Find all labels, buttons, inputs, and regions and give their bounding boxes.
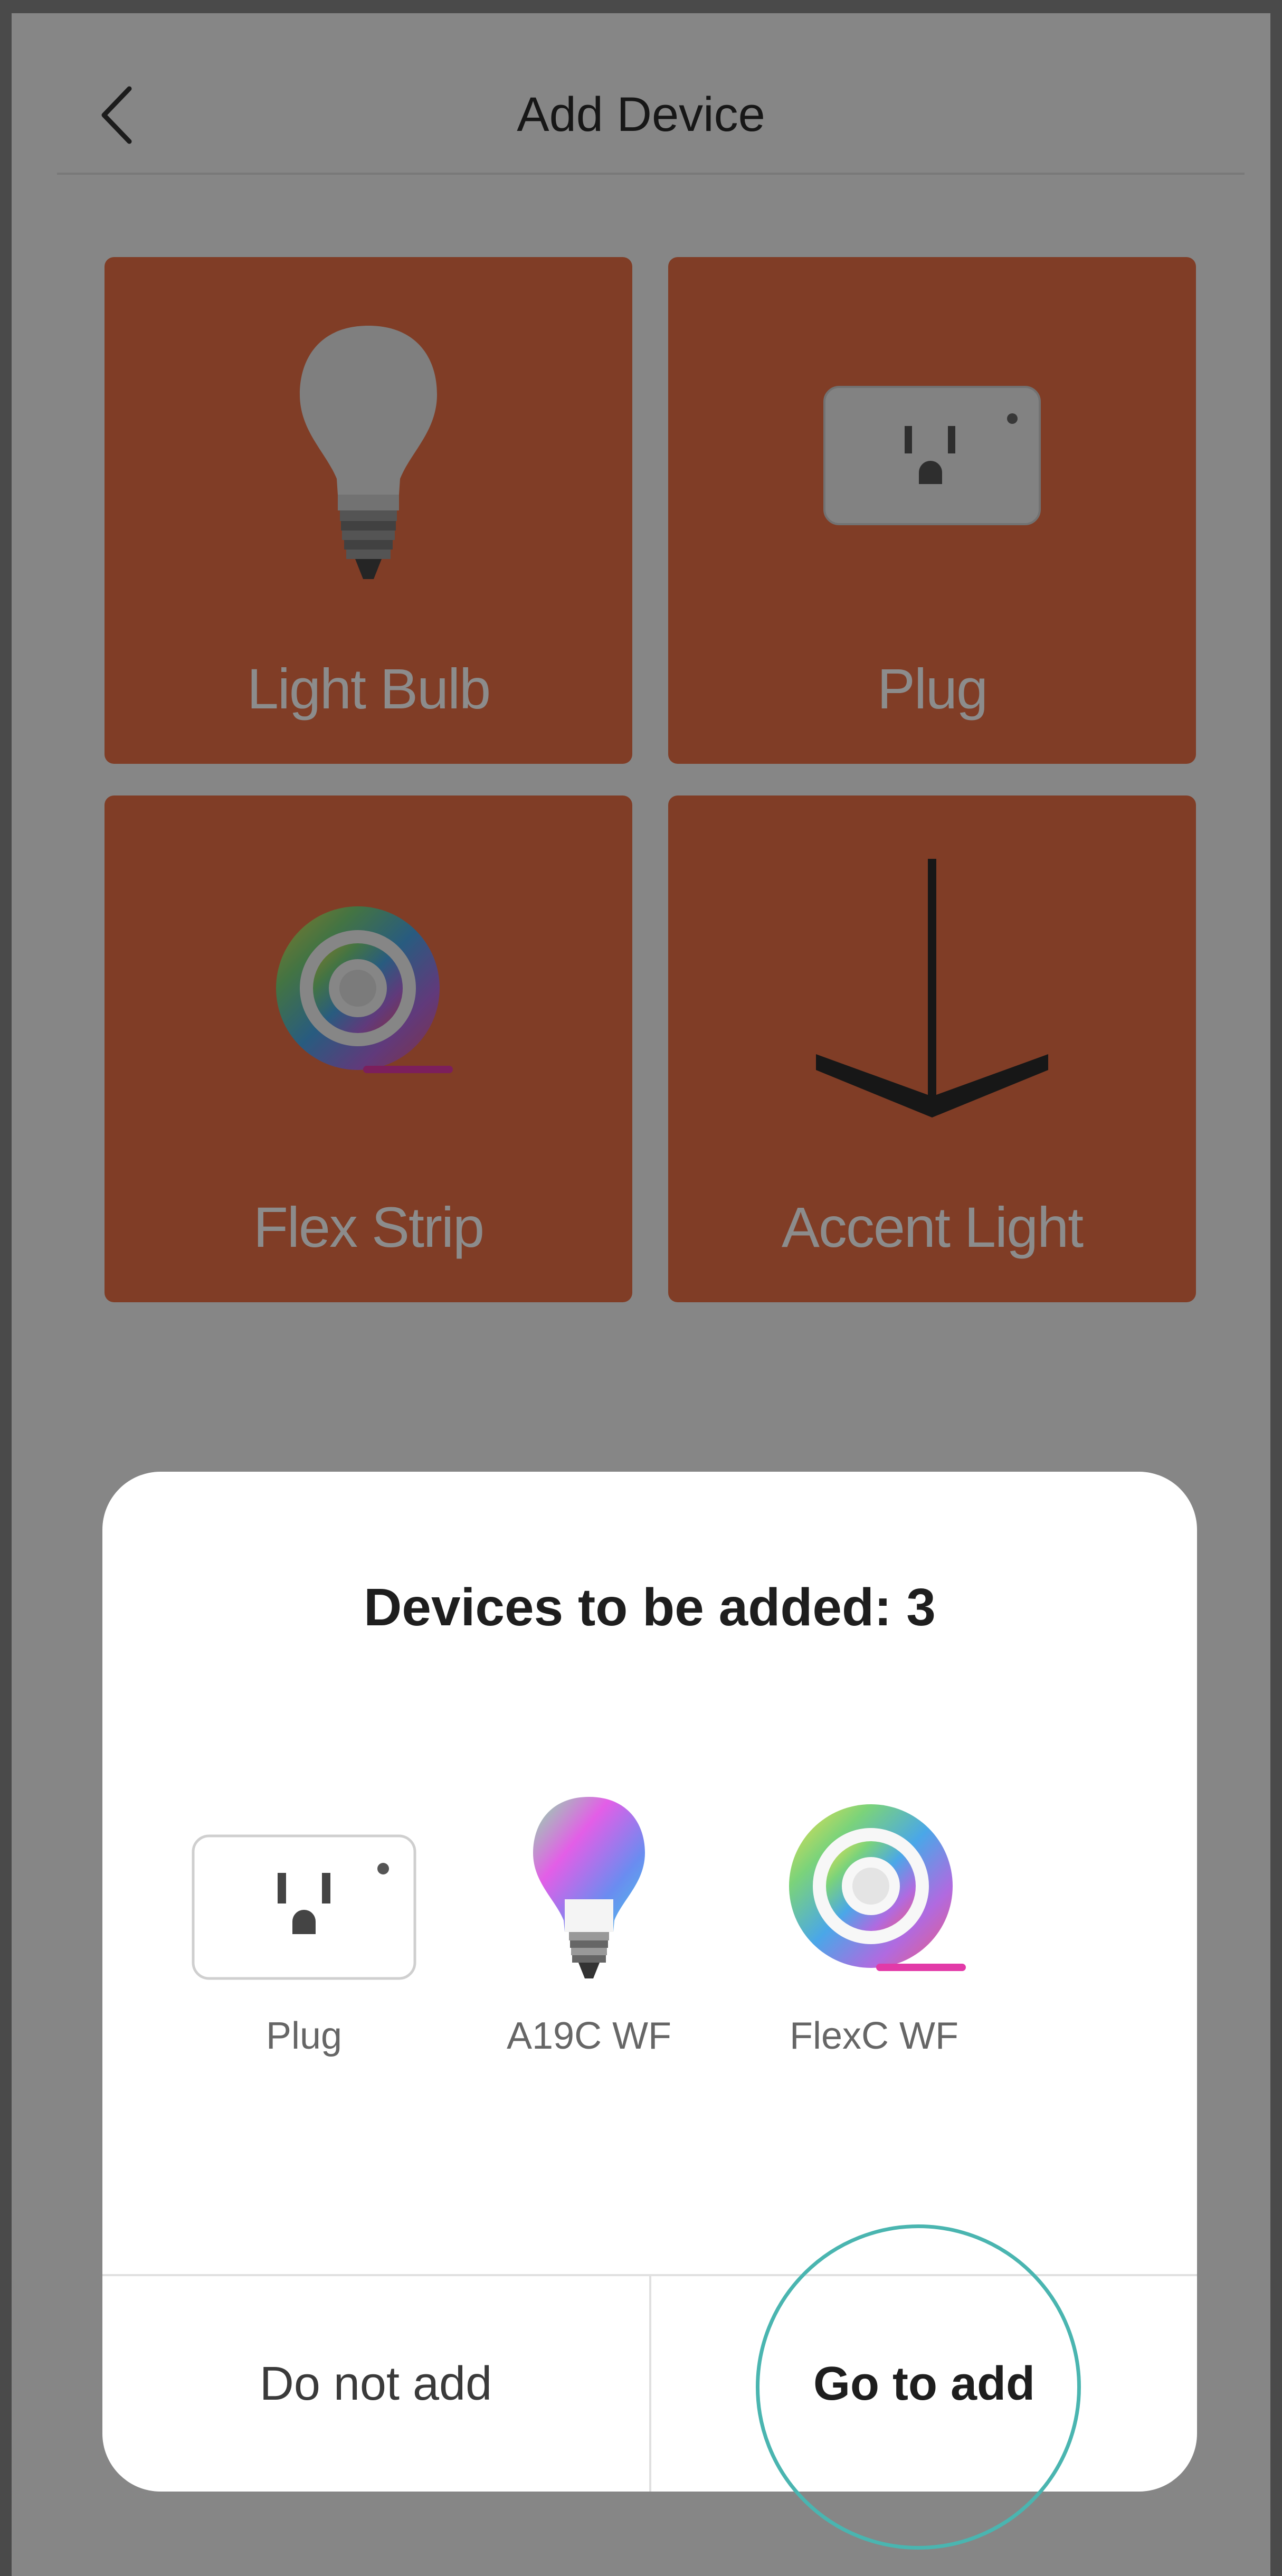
device-item-a19c-wf: A19C WF <box>447 1794 732 2089</box>
device-item-plug: Plug <box>162 1794 447 2089</box>
dialog-title: Devices to be added: 3 <box>364 1578 936 1637</box>
do-not-add-button[interactable]: Do not add <box>102 2276 649 2492</box>
plug-icon <box>192 1834 416 1980</box>
flex-strip-icon <box>789 1804 966 1971</box>
tap-highlight-circle <box>756 2224 1081 2550</box>
device-label: A19C WF <box>506 2015 672 2057</box>
device-item-flexc-wf: FlexC WF <box>732 1794 1017 2089</box>
device-label: Plug <box>265 2015 343 2057</box>
device-label: FlexC WF <box>790 2015 958 2057</box>
color-bulb-icon <box>533 1797 645 1978</box>
